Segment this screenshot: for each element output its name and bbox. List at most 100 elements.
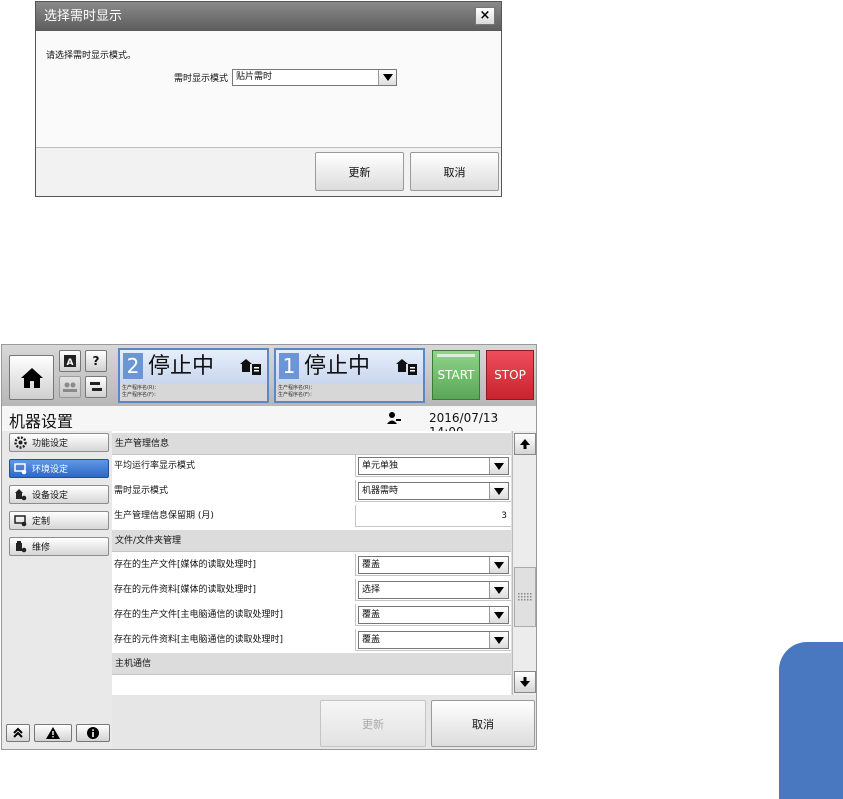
select-value: 覆盖 (362, 560, 381, 570)
sidebar-item-environment-settings[interactable]: 环境设定 (9, 459, 109, 478)
row-value-cell: 选择 (356, 579, 511, 601)
table-row: 存在的生产文件[媒体的读取处理时] 覆盖 (112, 554, 511, 576)
lane-2-number: 2 (123, 353, 143, 379)
row-value-cell: 覆盖 (356, 604, 511, 626)
lane-1-header: 1 停止中 (276, 350, 423, 384)
dialog-cancel-button[interactable]: 取消 (410, 152, 499, 191)
chevron-down-icon[interactable] (489, 483, 508, 499)
retention-period-input[interactable]: 3 (356, 505, 511, 527)
select-value: 选择 (362, 585, 381, 595)
stop-button[interactable]: STOP (486, 350, 534, 400)
monitor-edit-icon (14, 515, 27, 527)
dialog-body: 请选择需时显示模式。 需时显示模式 贴片需时 (36, 31, 501, 147)
lane-2-status: 停止中 (148, 354, 215, 379)
lane-1-status: 停止中 (304, 354, 371, 379)
scroll-up-button[interactable] (514, 433, 536, 455)
language-button[interactable]: A (59, 350, 81, 372)
home-button[interactable] (9, 355, 54, 400)
start-label: START (437, 368, 475, 382)
sidebar-item-label: 定制 (32, 517, 51, 527)
update-button[interactable]: 更新 (320, 700, 426, 747)
dialog-field-row: 需时显示模式 贴片需时 (174, 69, 398, 86)
time-display-mode-select[interactable]: 贴片需时 (232, 69, 398, 86)
machine-maintenance-icon (16, 541, 27, 553)
info-button[interactable] (76, 724, 110, 742)
row-label: 平均运行率显示模式 (112, 455, 356, 477)
time-display-mode-label: 需时显示模式 (174, 74, 229, 84)
language-icon: A (64, 355, 76, 368)
info-icon (87, 727, 99, 739)
operator-icon (63, 382, 77, 392)
lane-2-header: 2 停止中 (120, 350, 267, 384)
row-label: 存在的生产文件[媒体的读取处理时] (112, 554, 356, 576)
select-value: 覆盖 (362, 610, 381, 620)
dialog-message: 请选择需时显示模式。 (46, 51, 137, 61)
sidebar-item-label: 维修 (32, 543, 51, 553)
dialog-close-button[interactable]: × (475, 7, 495, 25)
chevron-down-icon[interactable] (489, 582, 508, 598)
top-bar: A ? 2 停止中 生产程序名(R)： 生产程序名(F)： 1 停止中 生产程序… (2, 345, 536, 406)
existing-parts-host-select[interactable]: 覆盖 (358, 631, 509, 649)
arrow-down-icon (520, 677, 530, 687)
vertical-scrollbar[interactable] (512, 431, 536, 695)
machine-clipboard-icon (240, 359, 261, 375)
start-button[interactable]: START (432, 350, 480, 400)
lane-2-status-panel[interactable]: 2 停止中 生产程序名(R)： 生产程序名(F)： (118, 348, 269, 403)
sidebar-item-function-settings[interactable]: 功能设定 (9, 433, 109, 452)
select-value: 单元单独 (362, 461, 399, 471)
svg-text:A: A (67, 358, 74, 368)
home-icon (20, 367, 43, 388)
machine-settings-screen: A ? 2 停止中 生产程序名(R)： 生产程序名(F)： 1 停止中 生产程序… (1, 344, 537, 750)
chevron-down-icon[interactable] (489, 458, 508, 474)
row-value-cell: 机器需時 (356, 480, 511, 502)
chevron-down-icon[interactable] (489, 632, 508, 648)
row-label: 存在的元件资料[媒体的读取处理时] (112, 579, 356, 601)
lane-1-status-panel[interactable]: 1 停止中 生产程序名(R)： 生产程序名(F)： (274, 348, 425, 403)
arrow-up-icon (520, 439, 530, 449)
row-value-cell: 覆盖 (356, 554, 511, 576)
page-title: 机器设置 (9, 412, 74, 431)
lane-2-program-front: 生产程序名(F)： (122, 392, 159, 398)
machine-clipboard-icon (396, 359, 417, 375)
lane-1-program-rear: 生产程序名(R)： (278, 385, 316, 391)
table-row: 需时显示模式 机器需時 (112, 480, 511, 502)
chevron-down-icon[interactable] (378, 70, 397, 85)
retention-period-value: 3 (501, 511, 507, 521)
warning-button[interactable] (34, 724, 72, 742)
section-header: 生产管理信息 (112, 433, 511, 455)
sidebar-item-device-settings[interactable]: 设备设定 (9, 485, 109, 504)
collapse-button[interactable] (6, 724, 30, 742)
existing-program-media-select[interactable]: 覆盖 (358, 556, 509, 574)
table-row: 存在的元件资料[主电脑通信的读取处理时] 覆盖 (112, 629, 511, 651)
sidebar-item-maintenance[interactable]: 维修 (9, 537, 109, 556)
sidebar: 功能设定 环境设定 设备设定 定制 维修 (2, 431, 112, 749)
scroll-down-button[interactable] (514, 671, 536, 693)
sidebar-item-label: 环境设定 (32, 465, 69, 475)
cancel-button[interactable]: 取消 (431, 700, 535, 747)
existing-parts-media-select[interactable]: 选择 (358, 581, 509, 599)
sidebar-item-customize[interactable]: 定制 (9, 511, 109, 530)
dialog-footer: 更新 取消 (36, 147, 501, 196)
chevron-down-icon[interactable] (489, 557, 508, 573)
help-button[interactable]: ? (85, 350, 107, 372)
double-chevron-up-icon (13, 727, 23, 738)
chevron-down-icon[interactable] (489, 607, 508, 623)
lane-2-program-rear: 生产程序名(R)： (122, 385, 160, 391)
transfer-button[interactable] (85, 376, 107, 398)
select-value: 机器需時 (362, 486, 399, 496)
section-header: 主机通信 (112, 653, 511, 675)
avg-operation-rate-mode-select[interactable]: 单元单独 (358, 457, 509, 475)
settings-table: 生产管理信息 平均运行率显示模式 单元单独 需时显示模式 机器需時 生产管理信息… (112, 431, 511, 695)
select-time-display-dialog: 选择需时显示 × 请选择需时显示模式。 需时显示模式 贴片需时 更新 取消 (35, 1, 502, 197)
transfer-icon (90, 382, 102, 391)
operator-button[interactable] (59, 376, 81, 398)
scroll-thumb[interactable] (514, 567, 536, 627)
warning-icon (46, 727, 60, 739)
user-key-icon (387, 412, 401, 424)
dialog-update-button[interactable]: 更新 (315, 152, 404, 191)
time-display-mode-select[interactable]: 机器需時 (358, 482, 509, 500)
dialog-title-bar: 选择需时显示 × (36, 2, 501, 31)
table-row: 存在的生产文件[主电脑通信的读取处理时] 覆盖 (112, 604, 511, 626)
existing-program-host-select[interactable]: 覆盖 (358, 606, 509, 624)
lane-2-programs: 生产程序名(R)： 生产程序名(F)： (120, 384, 267, 401)
